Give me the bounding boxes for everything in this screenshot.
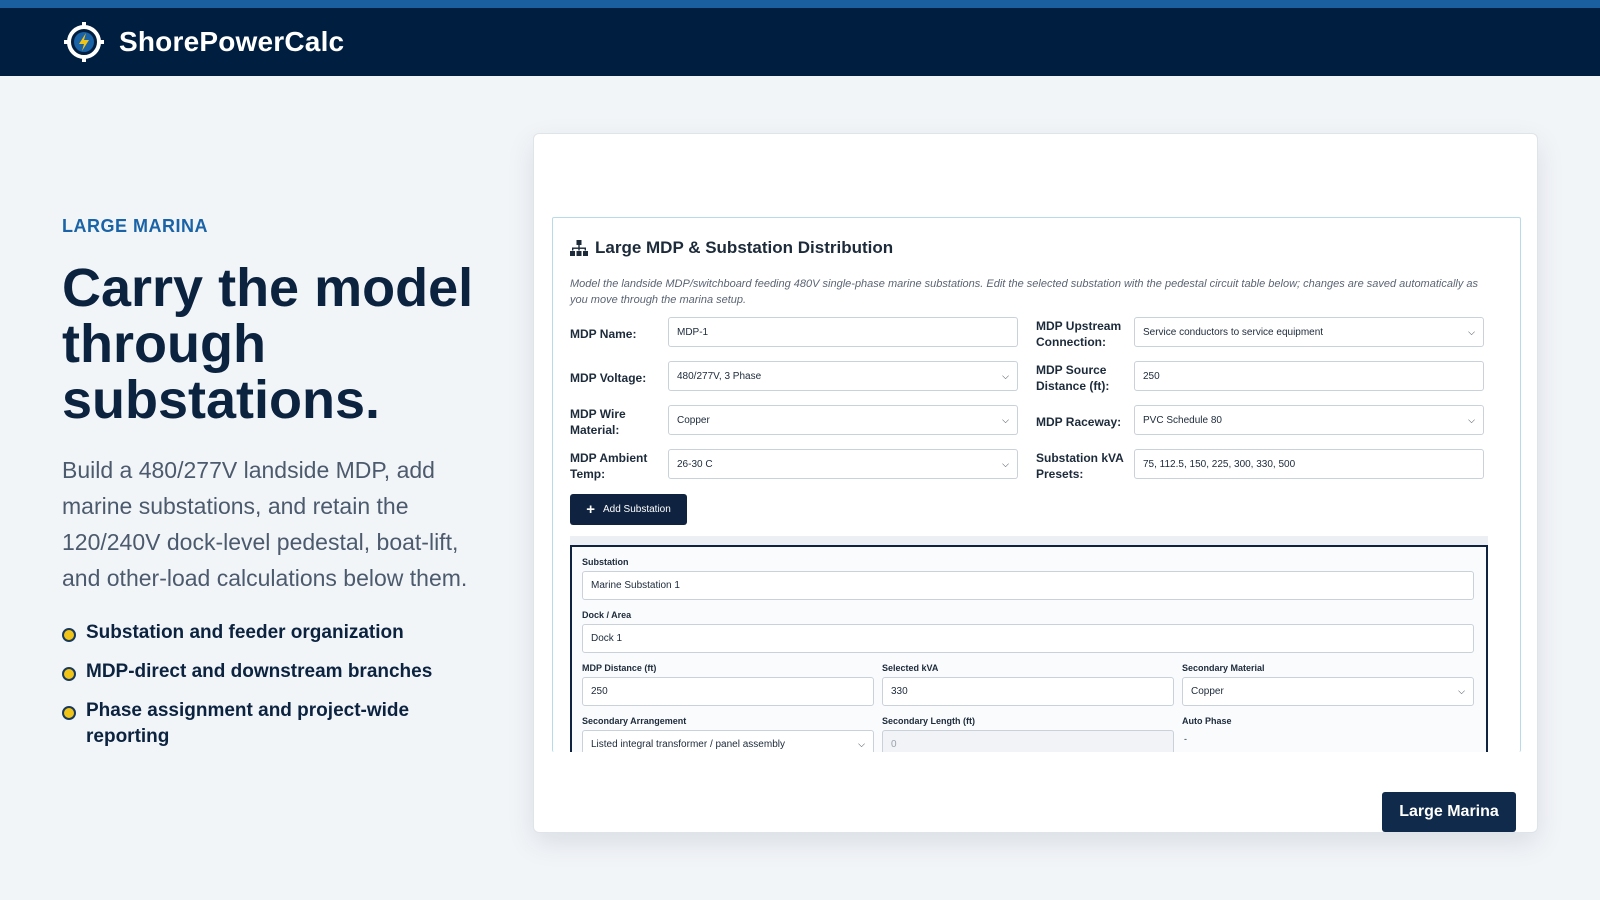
mdp-ambient-temp-select[interactable]: 26-30 C ⌵ bbox=[668, 449, 1018, 479]
secondary-arrangement-select[interactable]: Listed integral transformer / panel asse… bbox=[582, 730, 874, 752]
chevron-down-icon: ⌵ bbox=[1468, 326, 1475, 337]
screenshot-card: Large MDP & Substation Distribution Mode… bbox=[533, 133, 1538, 833]
feature-item: Substation and feeder organization bbox=[62, 620, 482, 646]
chevron-down-icon: ⌵ bbox=[1458, 686, 1465, 696]
mdp-wire-material-label: MDP Wire Material: bbox=[570, 407, 626, 437]
secondary-material-select[interactable]: Copper ⌵ bbox=[1182, 677, 1474, 706]
mdp-name-label: MDP Name: bbox=[570, 327, 637, 341]
selected-kva-label: Selected kVA bbox=[882, 663, 939, 673]
secondary-arrangement-label: Secondary Arrangement bbox=[582, 716, 687, 726]
feature-list: Substation and feeder organization MDP-d… bbox=[62, 620, 482, 763]
secondary-length-input[interactable]: 0 bbox=[882, 730, 1174, 752]
substation-name-label: Substation bbox=[582, 557, 629, 567]
chevron-down-icon: ⌵ bbox=[1002, 370, 1009, 381]
mdp-voltage-select[interactable]: 480/277V, 3 Phase ⌵ bbox=[668, 361, 1018, 391]
mdp-substation-panel: Large MDP & Substation Distribution Mode… bbox=[552, 217, 1521, 752]
panel-title: Large MDP & Substation Distribution bbox=[570, 238, 893, 258]
mdp-raceway-label: MDP Raceway: bbox=[1036, 415, 1122, 429]
hero-headline: Carry the model through substations. bbox=[62, 258, 474, 430]
sitemap-icon bbox=[570, 240, 588, 256]
mdp-source-distance-input[interactable]: 250 bbox=[1134, 361, 1484, 391]
mdp-raceway-select[interactable]: PVC Schedule 80 ⌵ bbox=[1134, 405, 1484, 435]
mdp-wire-material-select[interactable]: Copper ⌵ bbox=[668, 405, 1018, 435]
lightning-bolt-gear-icon[interactable] bbox=[63, 21, 105, 63]
hero-lede: Build a 480/277V landside MDP, add marin… bbox=[62, 457, 468, 591]
top-accent-strip bbox=[0, 0, 1600, 8]
dock-area-input[interactable]: Dock 1 bbox=[582, 624, 1474, 653]
dock-area-label: Dock / Area bbox=[582, 610, 632, 620]
large-marina-button[interactable]: Large Marina bbox=[1382, 792, 1516, 832]
chevron-down-icon: ⌵ bbox=[858, 739, 865, 749]
substation-kva-presets-label: Substation kVA Presets: bbox=[1036, 451, 1124, 481]
substation-name-input[interactable]: Marine Substation 1 bbox=[582, 571, 1474, 600]
site-header: ShorePowerCalc bbox=[0, 8, 1600, 76]
mdp-distance-label: MDP Distance (ft) bbox=[582, 663, 657, 673]
section-eyebrow: LARGE MARINA bbox=[62, 216, 208, 236]
feature-item: MDP-direct and downstream branches bbox=[62, 659, 482, 685]
auto-phase-value: - bbox=[1184, 734, 1187, 744]
bullet-dot-icon bbox=[62, 667, 76, 681]
plus-icon: + bbox=[586, 501, 595, 518]
substation-kva-presets-input[interactable]: 75, 112.5, 150, 225, 300, 330, 500 bbox=[1134, 449, 1484, 479]
mdp-distance-input[interactable]: 250 bbox=[582, 677, 874, 706]
mdp-upstream-select[interactable]: Service conductors to service equipment ⌵ bbox=[1134, 317, 1484, 347]
mdp-name-input[interactable]: MDP-1 bbox=[668, 317, 1018, 347]
feature-item: Phase assignment and project-wide report… bbox=[62, 698, 482, 750]
bullet-dot-icon bbox=[62, 706, 76, 720]
secondary-length-label: Secondary Length (ft) bbox=[882, 716, 976, 726]
chevron-down-icon: ⌵ bbox=[1468, 414, 1475, 425]
mdp-upstream-label: MDP Upstream Connection: bbox=[1036, 319, 1122, 349]
add-substation-button[interactable]: + Add Substation bbox=[570, 494, 687, 525]
substation-card: Substation Marine Substation 1 Dock / Ar… bbox=[570, 545, 1488, 752]
selected-kva-input[interactable]: 330 bbox=[882, 677, 1174, 706]
panel-description: Model the landside MDP/switchboard feedi… bbox=[570, 278, 1479, 306]
auto-phase-label: Auto Phase bbox=[1182, 716, 1232, 726]
mdp-ambient-temp-label: MDP Ambient Temp: bbox=[570, 451, 648, 481]
mdp-source-distance-label: MDP Source Distance (ft): bbox=[1036, 363, 1110, 393]
chevron-down-icon: ⌵ bbox=[1002, 414, 1009, 425]
bullet-dot-icon bbox=[62, 628, 76, 642]
secondary-material-label: Secondary Material bbox=[1182, 663, 1265, 673]
brand-name[interactable]: ShorePowerCalc bbox=[119, 26, 344, 58]
chevron-down-icon: ⌵ bbox=[1002, 458, 1009, 469]
mdp-voltage-label: MDP Voltage: bbox=[570, 371, 647, 385]
